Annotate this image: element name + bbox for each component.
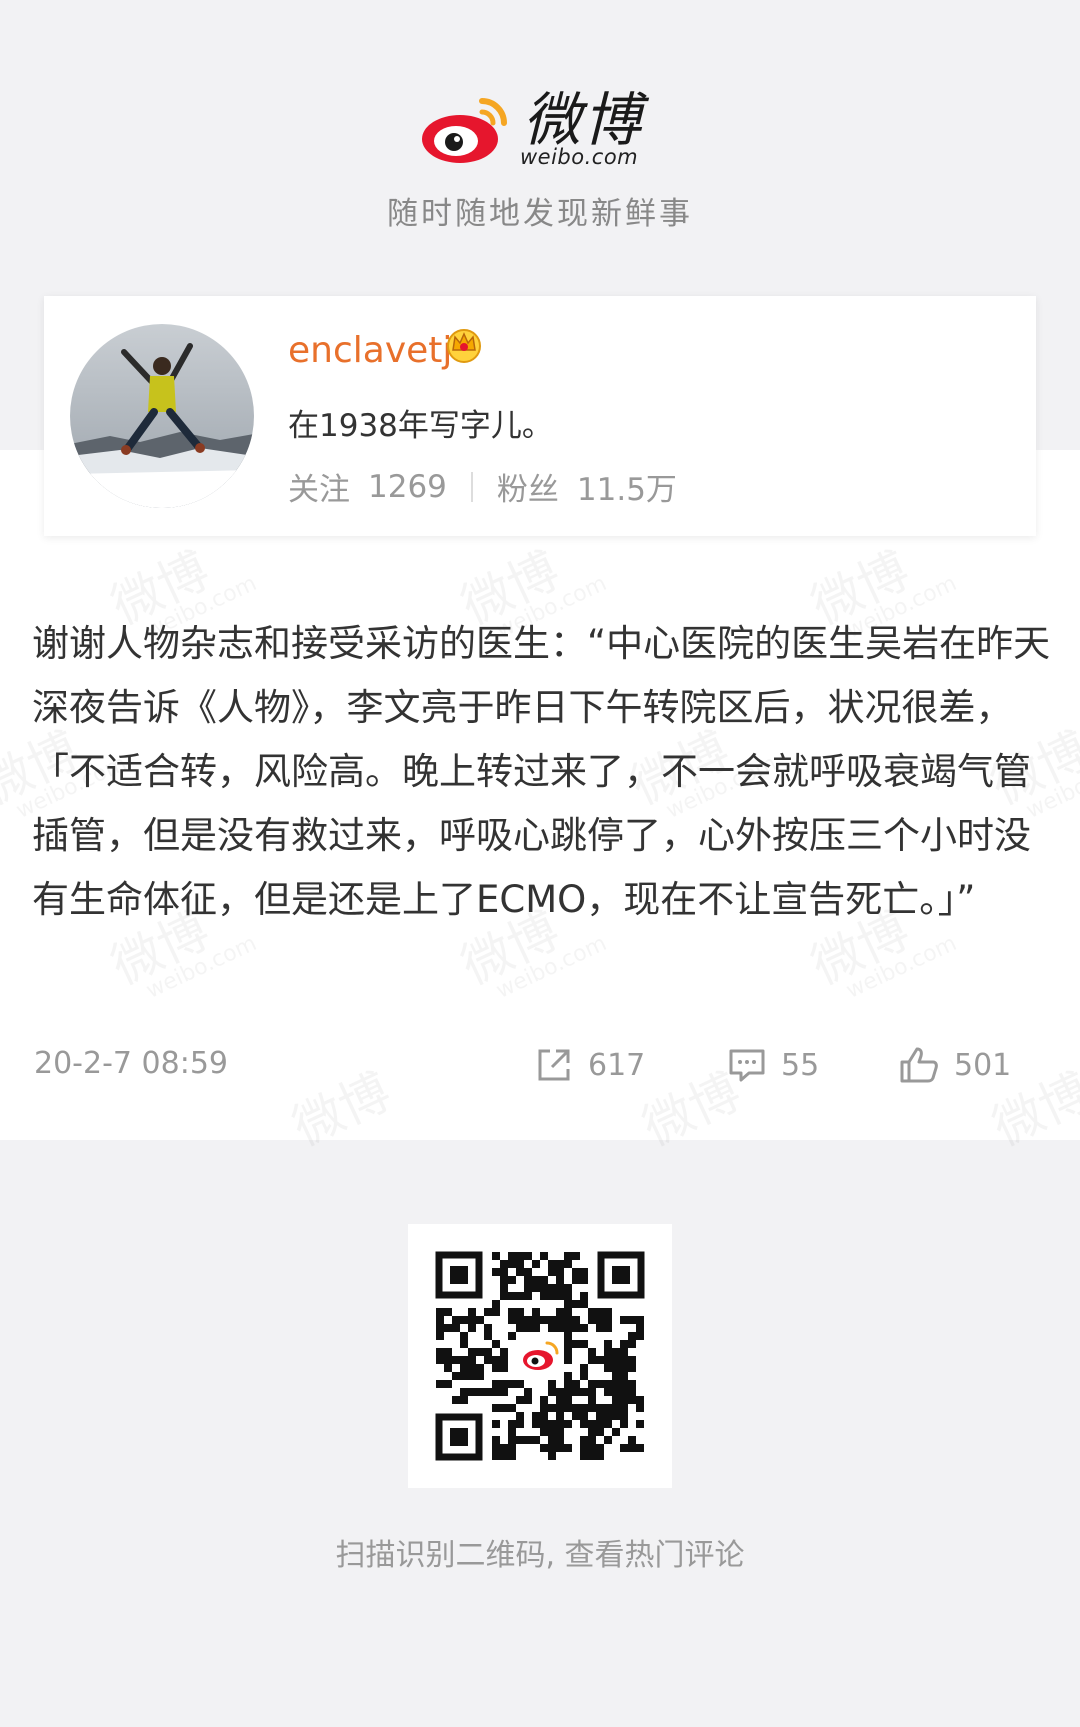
like-button[interactable]: 501: [898, 1040, 1011, 1090]
qr-caption: 扫描识别二维码, 查看热门评论: [335, 1538, 745, 1573]
qr-code[interactable]: [408, 1224, 672, 1488]
following-label[interactable]: 关注: [288, 464, 350, 509]
username[interactable]: enclavetj: [288, 330, 452, 371]
followers-label[interactable]: 粉丝: [497, 464, 559, 509]
weibo-eye-icon: [422, 98, 507, 163]
repost-button[interactable]: 617: [534, 1040, 645, 1090]
crown-icon: [447, 329, 481, 363]
profile-card[interactable]: enclavetj 在1938年写字儿。 关注 1269 粉丝 11.5万: [44, 296, 1036, 536]
header: 微博 weibo.com 随时随地发现新鲜事: [0, 0, 1080, 290]
post-meta: 20-2-7 08:59 617 55 501: [32, 1040, 1052, 1090]
tagline: 随时随地发现新鲜事: [387, 196, 693, 232]
share-icon: [538, 1049, 570, 1081]
thumbs-up-icon: [900, 1047, 938, 1083]
following-count[interactable]: 1269: [368, 469, 447, 505]
post-time: 20-2-7 08:59: [34, 1046, 228, 1081]
like-count: 501: [954, 1047, 1012, 1083]
comment-button[interactable]: 55: [727, 1040, 819, 1090]
post-text: 谢谢人物杂志和接受采访的医生：“中心医院的医生吴岩在昨天深夜告诉《人物》，李文亮…: [32, 622, 1051, 921]
weibo-logo: 微博 weibo.com: [420, 85, 660, 175]
logo-domain: weibo.com: [520, 145, 639, 169]
comment-count: 55: [781, 1047, 820, 1083]
comment-icon: [729, 1049, 765, 1082]
repost-count: 617: [588, 1047, 646, 1083]
profile-stats: 关注 1269 粉丝 11.5万: [288, 464, 677, 509]
bio: 在1938年写字儿。: [288, 408, 553, 444]
stats-divider: [470, 471, 473, 502]
avatar[interactable]: [70, 324, 254, 508]
followers-count[interactable]: 11.5万: [577, 464, 677, 509]
